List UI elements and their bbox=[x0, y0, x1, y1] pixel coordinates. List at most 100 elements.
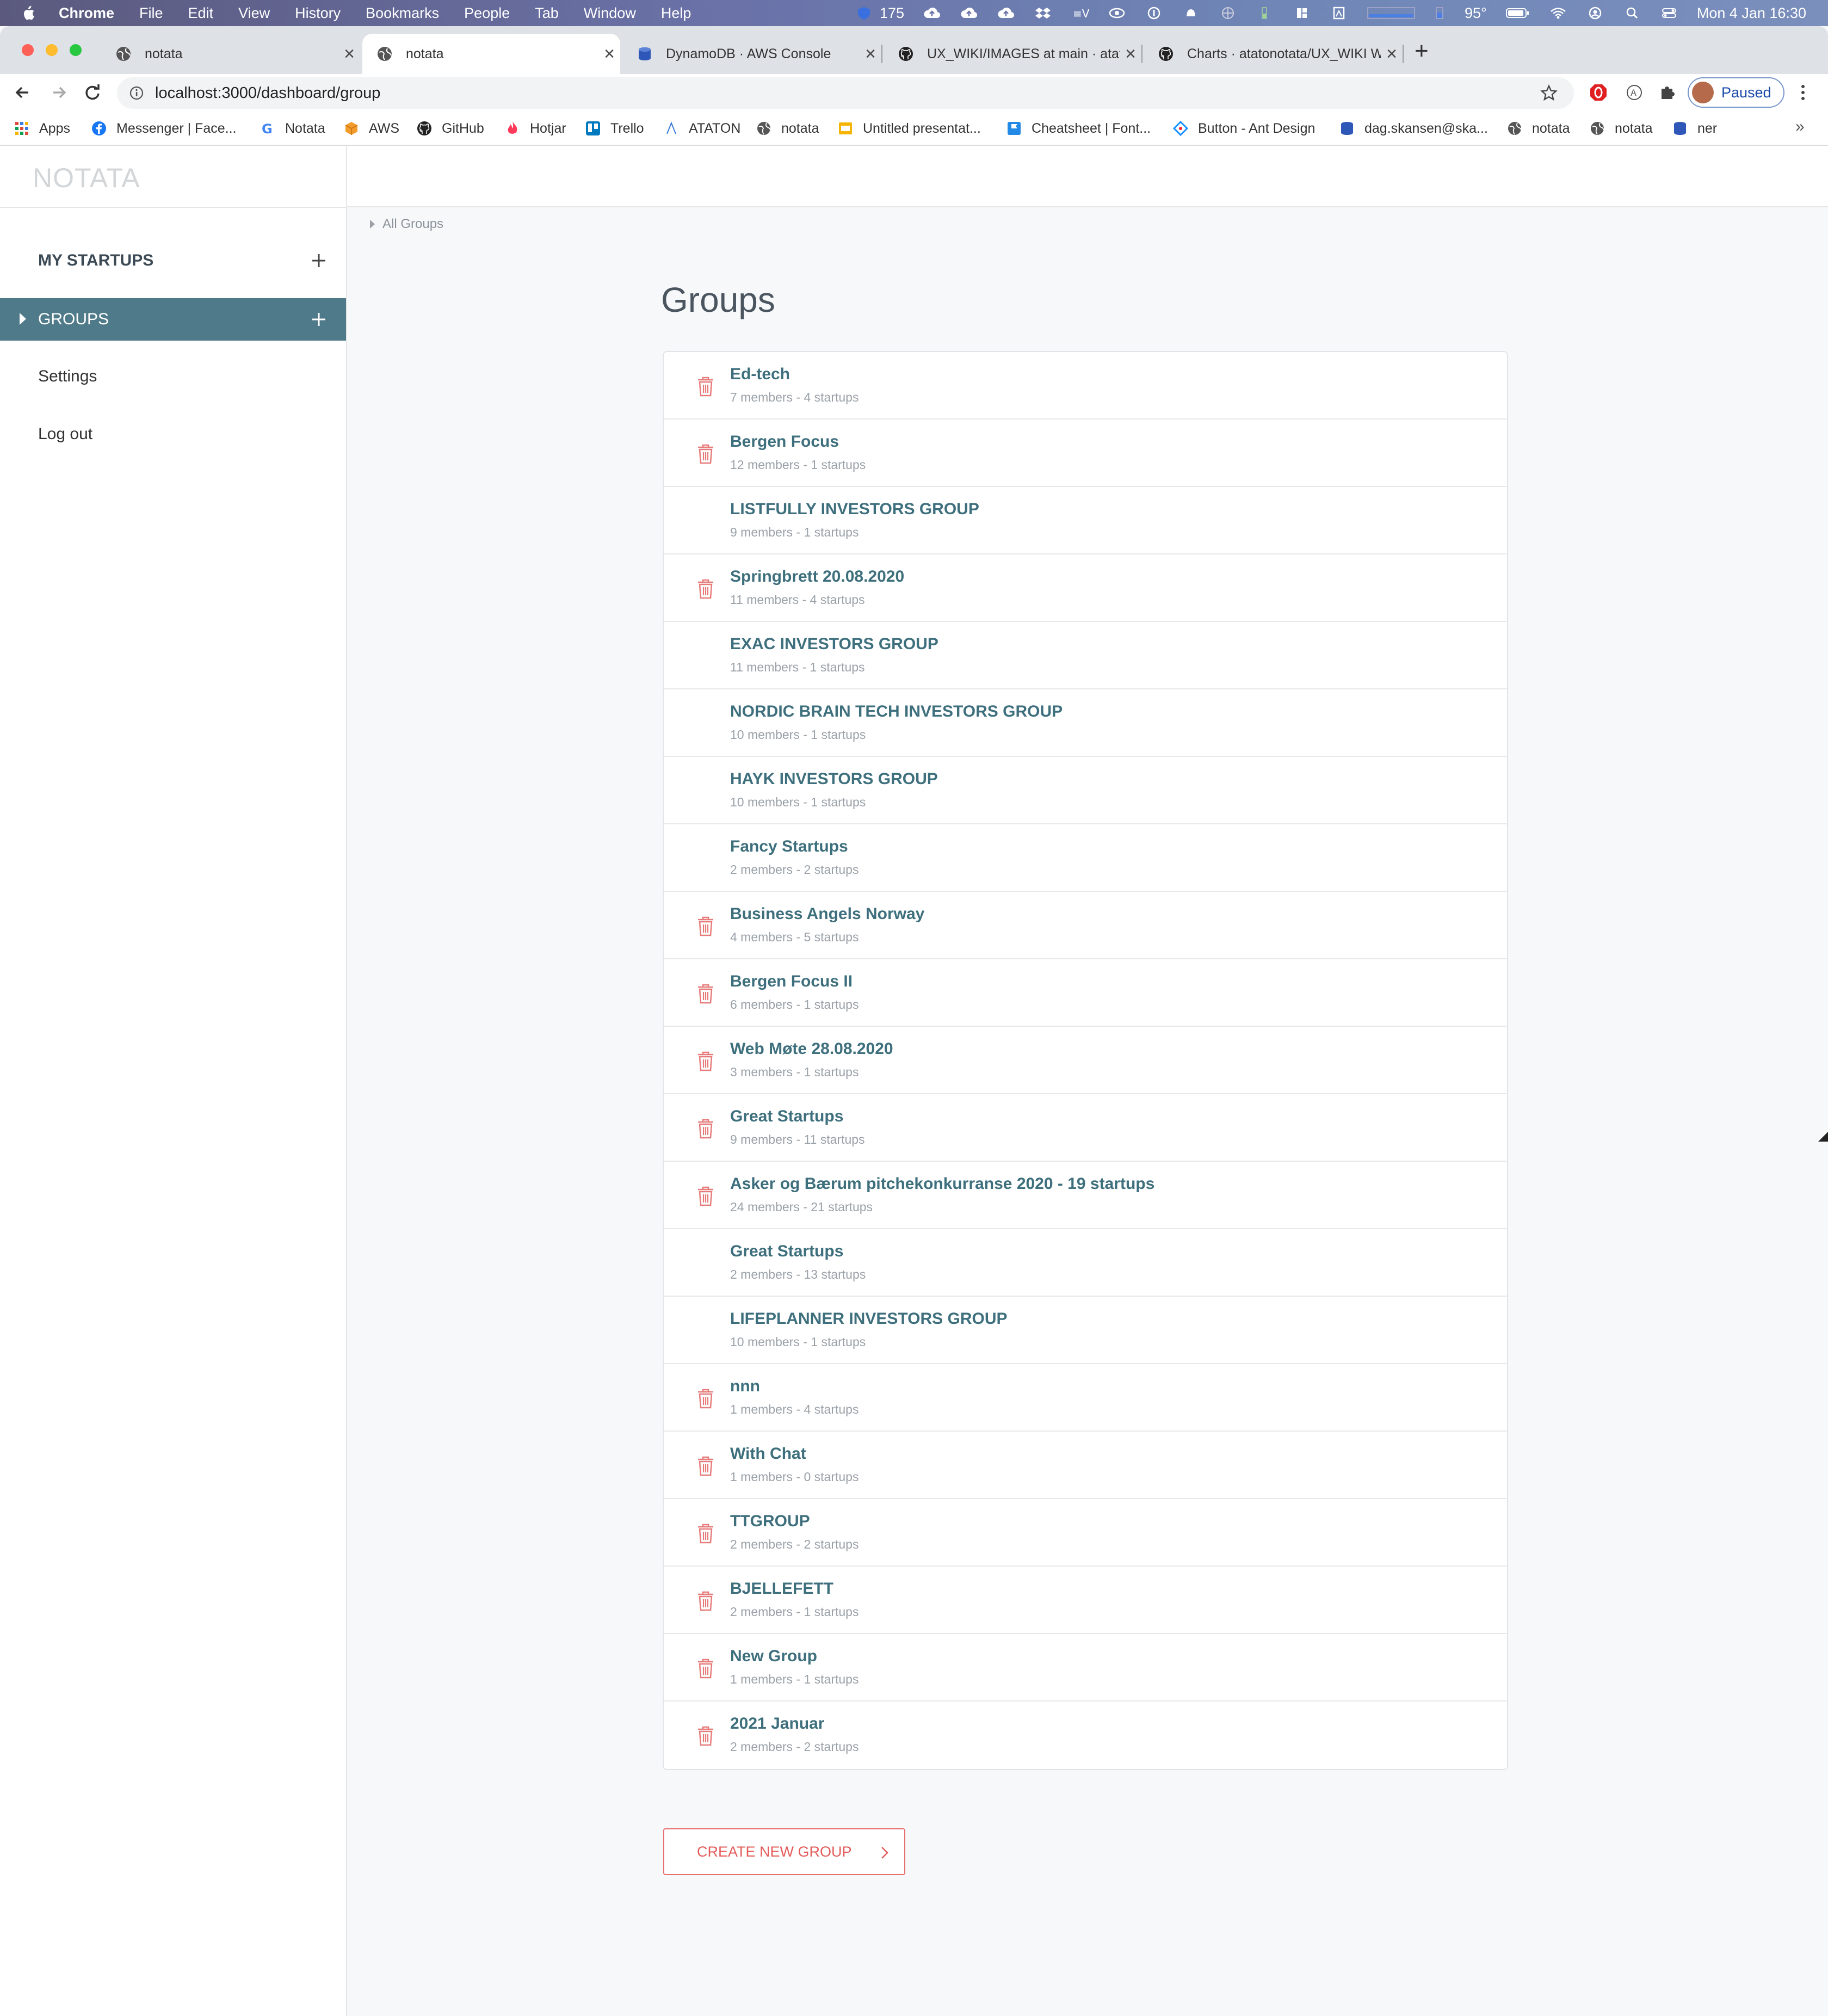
group-row[interactable]: LIFEPLANNER INVESTORS GROUP 10 members - … bbox=[664, 1297, 1507, 1364]
sidebar-item-settings[interactable]: Settings bbox=[0, 355, 346, 398]
shield-status-icon[interactable] bbox=[855, 6, 873, 20]
tab-close-icon[interactable]: × bbox=[860, 44, 881, 65]
group-name-link[interactable]: nnn bbox=[730, 1377, 760, 1396]
delete-trash-icon[interactable] bbox=[696, 983, 715, 1004]
bookmark-hotjar[interactable]: Hotjar bbox=[505, 119, 566, 138]
bookmark-messenger[interactable]: Messenger | Face... bbox=[91, 119, 236, 138]
bookmark-aws[interactable]: AWS bbox=[344, 119, 399, 138]
group-row[interactable]: NORDIC BRAIN TECH INVESTORS GROUP 10 memb… bbox=[664, 689, 1507, 757]
app-logo[interactable]: NOTATA bbox=[33, 162, 140, 194]
browser-tab[interactable]: Charts · atatonotata/UX_WIKI W × bbox=[1144, 34, 1403, 74]
profile-paused-button[interactable]: Paused bbox=[1688, 77, 1784, 108]
control-center-icon[interactable] bbox=[1660, 6, 1678, 20]
group-name-link[interactable]: BJELLEFETT bbox=[730, 1580, 833, 1598]
tab-close-icon[interactable]: × bbox=[1120, 44, 1141, 65]
menu-window[interactable]: Window bbox=[584, 5, 636, 22]
dropbox-icon[interactable] bbox=[1034, 6, 1052, 20]
tab-close-icon[interactable]: × bbox=[1381, 44, 1403, 65]
group-row[interactable]: With Chat 1 members - 0 startups bbox=[664, 1432, 1507, 1499]
address-bar[interactable]: localhost:3000/dashboard/group bbox=[117, 77, 1574, 109]
sidebar-item-log-out[interactable]: Log out bbox=[0, 413, 346, 455]
menu-edit[interactable]: Edit bbox=[188, 5, 214, 22]
delete-trash-icon[interactable] bbox=[696, 1185, 715, 1207]
kebab-menu-icon[interactable] bbox=[1798, 83, 1808, 102]
group-name-link[interactable]: With Chat bbox=[730, 1445, 806, 1463]
tab-close-icon[interactable]: × bbox=[338, 44, 360, 65]
forward-arrow-icon[interactable] bbox=[48, 82, 70, 103]
bookmark-untitled-presentation[interactable]: Untitled presentat... bbox=[838, 119, 981, 138]
bookmark-dag-skansen[interactable]: dag.skansen@ska... bbox=[1339, 119, 1488, 138]
delete-trash-icon[interactable] bbox=[696, 443, 715, 465]
group-row[interactable]: Asker og Bærum pitchekonkurranse 2020 - … bbox=[664, 1162, 1507, 1229]
group-row[interactable]: New Group 1 members - 1 startups bbox=[664, 1634, 1507, 1701]
bell-icon[interactable] bbox=[1182, 6, 1200, 20]
sidebar-item-my-startups[interactable]: MY STARTUPS bbox=[0, 239, 346, 282]
group-name-link[interactable]: New Group bbox=[730, 1647, 817, 1666]
group-name-link[interactable]: Bergen Focus II bbox=[730, 972, 853, 991]
window-close-button[interactable] bbox=[22, 44, 34, 56]
delete-trash-icon[interactable] bbox=[696, 1522, 715, 1544]
one-password-icon[interactable] bbox=[1145, 6, 1163, 20]
group-name-link[interactable]: HAYK INVESTORS GROUP bbox=[730, 770, 938, 788]
opera-adblock-icon[interactable] bbox=[1589, 83, 1608, 102]
menu-people[interactable]: People bbox=[464, 5, 510, 22]
delete-trash-icon[interactable] bbox=[696, 1590, 715, 1612]
group-row[interactable]: Springbrett 20.08.2020 11 members - 4 sta… bbox=[664, 554, 1507, 622]
browser-tab[interactable]: notata × bbox=[101, 34, 360, 74]
window-minimize-button[interactable] bbox=[46, 44, 58, 56]
bookmarks-overflow-icon[interactable]: » bbox=[1795, 118, 1805, 136]
group-row[interactable]: Bergen Focus II 6 members - 1 startups bbox=[664, 959, 1507, 1027]
reload-icon[interactable] bbox=[82, 82, 103, 103]
menu-bookmarks[interactable]: Bookmarks bbox=[366, 5, 439, 22]
bookmark-notata-google[interactable]: G Notata bbox=[260, 119, 325, 138]
spotlight-search-icon[interactable] bbox=[1623, 6, 1641, 20]
group-row[interactable]: Great Startups 2 members - 13 startups bbox=[664, 1229, 1507, 1297]
delete-trash-icon[interactable] bbox=[696, 375, 715, 397]
group-row[interactable]: Fancy Startups 2 members - 2 startups bbox=[664, 824, 1507, 892]
user-account-icon[interactable] bbox=[1586, 6, 1604, 20]
menu-file[interactable]: File bbox=[139, 5, 163, 22]
group-name-link[interactable]: Asker og Bærum pitchekonkurranse 2020 - … bbox=[730, 1175, 1154, 1193]
group-name-link[interactable]: Fancy Startups bbox=[730, 837, 848, 856]
group-row[interactable]: Business Angels Norway 4 members - 5 star… bbox=[664, 892, 1507, 959]
bookmark-notata[interactable]: notata bbox=[1507, 119, 1570, 138]
menu-view[interactable]: View bbox=[238, 5, 270, 22]
apple-icon[interactable] bbox=[22, 5, 35, 21]
add-group-plus-icon[interactable] bbox=[308, 309, 330, 330]
group-name-link[interactable]: TTGROUP bbox=[730, 1512, 810, 1531]
group-row[interactable]: Bergen Focus 12 members - 1 startups bbox=[664, 420, 1507, 487]
bookmark-apps[interactable]: Apps bbox=[14, 119, 70, 138]
wifi-icon[interactable] bbox=[1549, 6, 1567, 20]
cloud-upload-icon[interactable] bbox=[923, 6, 941, 20]
add-startup-plus-icon[interactable] bbox=[308, 250, 330, 272]
menu-tab[interactable]: Tab bbox=[535, 5, 559, 22]
menu-app-name[interactable]: Chrome bbox=[59, 5, 114, 22]
group-name-link[interactable]: NORDIC BRAIN TECH INVESTORS GROUP bbox=[730, 702, 1063, 721]
group-name-link[interactable]: Web Møte 28.08.2020 bbox=[730, 1040, 893, 1058]
bookmark-ner[interactable]: ner bbox=[1672, 119, 1717, 138]
menubar-clock[interactable]: Mon 4 Jan 16:30 bbox=[1697, 5, 1806, 22]
group-row[interactable]: Ed-tech 7 members - 4 startups bbox=[664, 352, 1507, 420]
cloud-upload-icon[interactable] bbox=[997, 6, 1015, 20]
extensions-puzzle-icon[interactable] bbox=[1658, 83, 1677, 101]
group-row[interactable]: EXAC INVESTORS GROUP 11 members - 1 start… bbox=[664, 622, 1507, 689]
group-name-link[interactable]: 2021 Januar bbox=[730, 1715, 824, 1733]
delete-trash-icon[interactable] bbox=[696, 1118, 715, 1139]
screenshot-icon[interactable] bbox=[1330, 6, 1348, 20]
delete-trash-icon[interactable] bbox=[696, 1455, 715, 1477]
group-name-link[interactable]: Ed-tech bbox=[730, 365, 790, 384]
delete-trash-icon[interactable] bbox=[696, 915, 715, 937]
menu-history[interactable]: History bbox=[295, 5, 341, 22]
browser-tab[interactable]: UX_WIKI/IMAGES at main · atat × bbox=[884, 34, 1141, 74]
eye-icon[interactable] bbox=[1108, 6, 1126, 20]
extension-a-icon[interactable]: A bbox=[1626, 84, 1643, 101]
group-row[interactable]: TTGROUP 2 members - 2 startups bbox=[664, 1499, 1507, 1567]
group-name-link[interactable]: Great Startups bbox=[730, 1242, 843, 1261]
bookmark-star-icon[interactable] bbox=[1540, 84, 1558, 102]
group-name-link[interactable]: Business Angels Norway bbox=[730, 905, 924, 923]
group-row[interactable]: Great Startups 9 members - 11 startups bbox=[664, 1094, 1507, 1162]
group-name-link[interactable]: Great Startups bbox=[730, 1107, 843, 1126]
group-row[interactable]: LISTFULLY INVESTORS GROUP 9 members - 1 s… bbox=[664, 487, 1507, 554]
new-tab-plus-icon[interactable]: + bbox=[1415, 39, 1429, 63]
group-row[interactable]: BJELLEFETT 2 members - 1 startups bbox=[664, 1567, 1507, 1634]
